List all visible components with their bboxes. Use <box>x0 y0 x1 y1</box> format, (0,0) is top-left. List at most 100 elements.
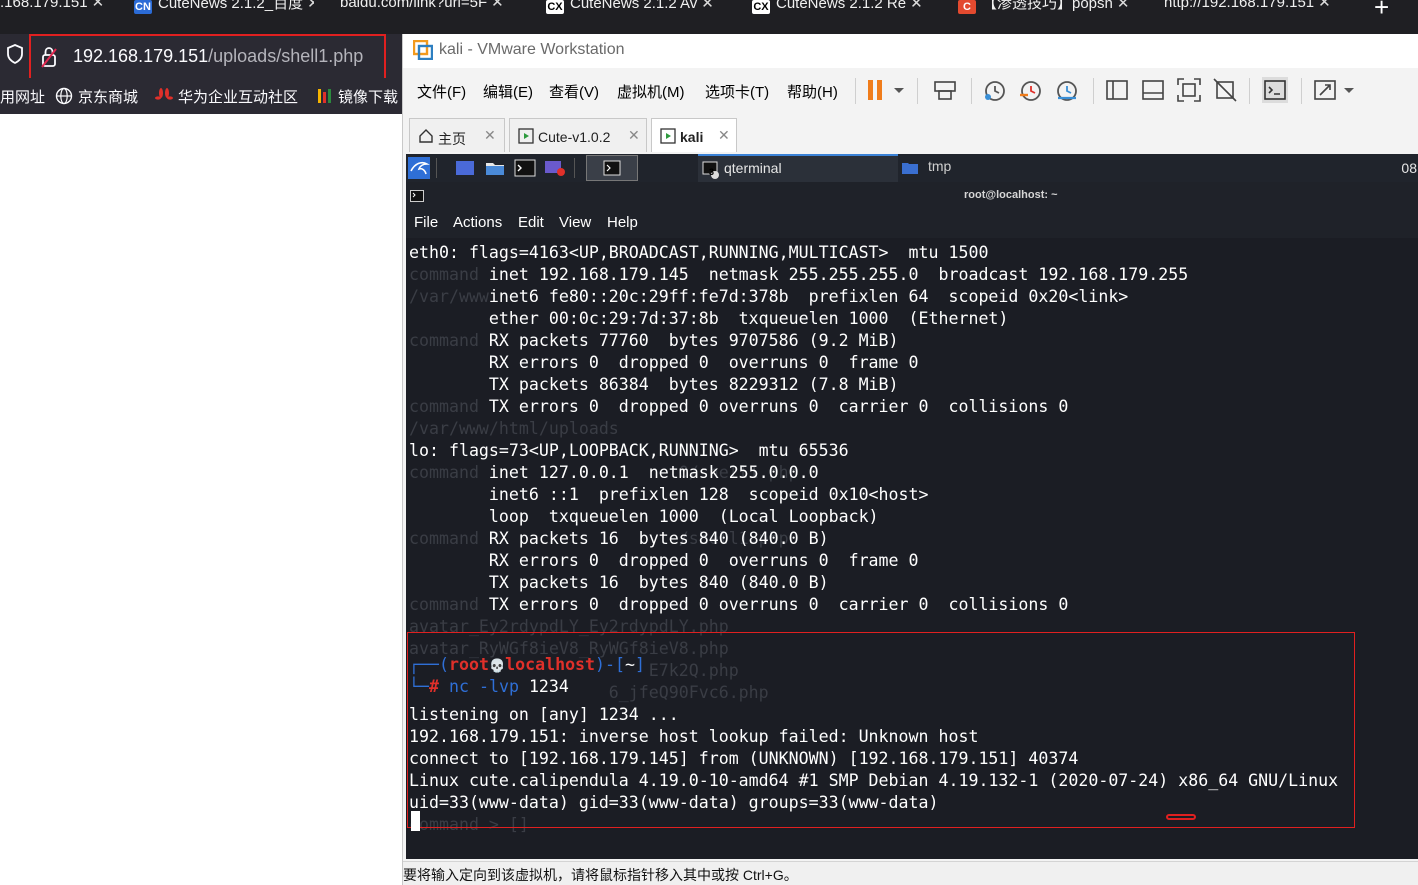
menu-help[interactable]: Help <box>607 214 638 231</box>
vmware-logo-icon <box>413 40 433 60</box>
close-icon[interactable]: ✕ <box>1117 0 1130 12</box>
stretch-guest-icon[interactable] <box>1311 76 1339 104</box>
terminal-line: lo: flags=73<UP,LOOPBACK,RUNNING> mtu 65… <box>409 441 849 460</box>
bookmark-item[interactable]: 华为企业互动社区 <box>155 86 298 107</box>
close-icon[interactable]: ✕ <box>1318 0 1331 11</box>
terminal-line: inet 192.168.179.145 netmask 255.255.255… <box>409 265 1189 284</box>
vmware-tab-bar: 主页 ✕ Cute-v1.0.2 ✕ kali ✕ <box>403 116 1418 154</box>
menu-help[interactable]: 帮助(H) <box>787 81 838 102</box>
vmware-menubar: 文件(F) 编辑(E) 查看(V) 虚拟机(M) 选项卡(T) 帮助(H) <box>403 72 1418 108</box>
menu-edit[interactable]: 编辑(E) <box>483 81 533 102</box>
bookmarks-bar: 用网址 京东商城 华为企业互动社区 镜像下载 <box>0 78 402 114</box>
toolbar-separator <box>1093 78 1094 104</box>
taskbar-tmp[interactable]: tmp <box>898 154 1098 182</box>
file-manager-icon[interactable] <box>484 157 506 179</box>
terminal-app-icon[interactable] <box>514 157 536 179</box>
tab-kali[interactable]: kali ✕ <box>651 118 737 152</box>
new-tab-button[interactable]: + <box>1374 0 1389 23</box>
vm-running-icon <box>518 128 534 144</box>
revert-snapshot-icon[interactable] <box>1017 76 1045 104</box>
close-icon[interactable]: ✕ <box>701 0 714 12</box>
menu-actions[interactable]: Actions <box>453 214 502 231</box>
screencast-icon[interactable] <box>544 157 566 179</box>
terminal-line: inet6 ::1 prefixlen 128 scopeid 0x10<hos… <box>409 485 929 504</box>
status-hint: 要将输入定向到该虚拟机，请将鼠标指针移入其中或按 Ctrl+G。 <box>403 867 798 883</box>
close-icon[interactable]: ✕ <box>484 127 496 144</box>
url-bar[interactable]: 192.168.179.151/uploads/shell1.php <box>29 34 386 81</box>
menu-view[interactable]: View <box>559 214 591 231</box>
browser-tab[interactable]: CX CuteNews 2.1.2 Re ✕ <box>752 0 932 16</box>
panel-separator <box>436 158 437 178</box>
browser-tab[interactable]: baidu.com/link?url=5F ✕ <box>340 0 520 16</box>
shield-icon[interactable] <box>6 44 24 64</box>
terminal-output[interactable]: command/var/www command command/var/www/ht… <box>406 238 1418 859</box>
bookmark-item[interactable]: 用网址 <box>0 86 45 107</box>
menu-edit[interactable]: Edit <box>518 214 544 231</box>
snapshot-manager-icon[interactable] <box>1053 76 1081 104</box>
cutenews-favicon-icon: CN <box>134 0 152 14</box>
chevron-down-icon[interactable] <box>891 76 907 104</box>
tab-label: CuteNews 2.1.2 Av <box>570 0 698 12</box>
vmware-window: kali - VMware Workstation 文件(F) 编辑(E) 查看… <box>402 34 1418 885</box>
console-view-icon[interactable] <box>1261 76 1289 104</box>
browser-tab[interactable]: C 【渗透技巧】popsh ✕ <box>958 0 1138 16</box>
unity-icon[interactable] <box>1211 76 1239 104</box>
terminal-line: TX packets 86384 bytes 8229312 (7.8 MiB) <box>409 375 899 394</box>
tab-label: http://192.168.179.151 <box>1164 0 1315 11</box>
browser-page-content <box>0 114 402 885</box>
cx-favicon-icon: CX <box>752 0 770 14</box>
terminal-line: ether 00:0c:29:7d:37:8b txqueuelen 1000 … <box>409 309 1009 328</box>
csdn-favicon-icon: C <box>958 0 976 14</box>
browser-tab[interactable]: http://192.168.179.151 ✕ <box>1164 0 1354 16</box>
show-desktop-icon[interactable] <box>454 157 476 179</box>
taskbar-label: qterminal <box>724 160 782 176</box>
kali-dragon-icon[interactable] <box>408 157 430 179</box>
terminal-menubar: File Actions Edit View Help <box>406 208 1418 238</box>
browser-tab[interactable]: CN CuteNews 2.1.2_百度 ✕ <box>134 0 314 16</box>
close-icon[interactable]: ✕ <box>910 0 923 12</box>
toolbar-separator <box>1249 78 1250 104</box>
browser-tab-strip: .168.179.151 ✕ CN CuteNews 2.1.2_百度 ✕ baidu… <box>0 0 1418 34</box>
browser-tab[interactable]: .168.179.151 ✕ <box>0 0 118 16</box>
menu-file[interactable]: File <box>414 214 438 231</box>
browser-tab[interactable]: CX CuteNews 2.1.2 Av ✕ <box>546 0 736 16</box>
thumbnail-bar-icon[interactable] <box>1139 76 1167 104</box>
url-path: /uploads/shell1.php <box>208 46 364 66</box>
snapshot-icon[interactable] <box>981 76 1009 104</box>
tab-label: baidu.com/link?url=5F <box>340 0 488 11</box>
insecure-lock-icon[interactable] <box>41 46 57 68</box>
close-icon[interactable]: ✕ <box>491 0 504 11</box>
kali-top-panel: 3 qterminal tmp 08 <box>406 154 1418 182</box>
close-icon[interactable]: ✕ <box>307 0 314 12</box>
taskbar-qterminal[interactable]: 3 qterminal <box>698 154 898 182</box>
close-icon[interactable]: ✕ <box>92 0 105 11</box>
full-screen-icon[interactable] <box>1175 76 1203 104</box>
terminal-titlebar: root@localhost: ~ <box>406 182 1418 208</box>
vmware-statusbar: 要将输入定向到该虚拟机，请将鼠标指针移入其中或按 Ctrl+G。 <box>403 861 1418 885</box>
tab-cute[interactable]: Cute-v1.0.2 ✕ <box>509 118 647 152</box>
pause-icon[interactable] <box>863 76 891 104</box>
panel-clock[interactable]: 08 <box>1401 160 1417 176</box>
panel-separator <box>574 158 575 178</box>
globe-icon <box>55 87 73 105</box>
close-icon[interactable]: ✕ <box>718 127 730 144</box>
menu-file[interactable]: 文件(F) <box>417 81 466 102</box>
chevron-down-icon[interactable] <box>1341 76 1357 104</box>
menu-vm[interactable]: 虚拟机(M) <box>617 81 685 102</box>
show-library-icon[interactable] <box>1103 76 1131 104</box>
tab-home[interactable]: 主页 ✕ <box>409 118 505 152</box>
bookmark-item[interactable]: 镜像下载 <box>315 86 398 107</box>
close-icon[interactable]: ✕ <box>628 127 640 144</box>
menu-view[interactable]: 查看(V) <box>549 81 599 102</box>
workspace-1[interactable] <box>586 155 638 181</box>
send-ctrl-alt-del-icon[interactable] <box>931 76 959 104</box>
taskbar-label: tmp <box>928 158 952 174</box>
menu-tabs[interactable]: 选项卡(T) <box>705 81 769 102</box>
guest-display[interactable]: 3 qterminal tmp 08 root@localhost: ~ Fil… <box>406 154 1418 859</box>
ghost-text-line: /var/www/html/uploads <box>409 419 619 438</box>
highlight-box <box>407 632 1355 828</box>
vmware-title: kali - VMware Workstation <box>439 41 625 58</box>
bookmark-item[interactable]: 京东商城 <box>55 86 138 107</box>
terminal-line: inet6 fe80::20c:29ff:fe7d:378b prefixlen… <box>409 287 1129 306</box>
toolbar-separator <box>855 78 856 104</box>
